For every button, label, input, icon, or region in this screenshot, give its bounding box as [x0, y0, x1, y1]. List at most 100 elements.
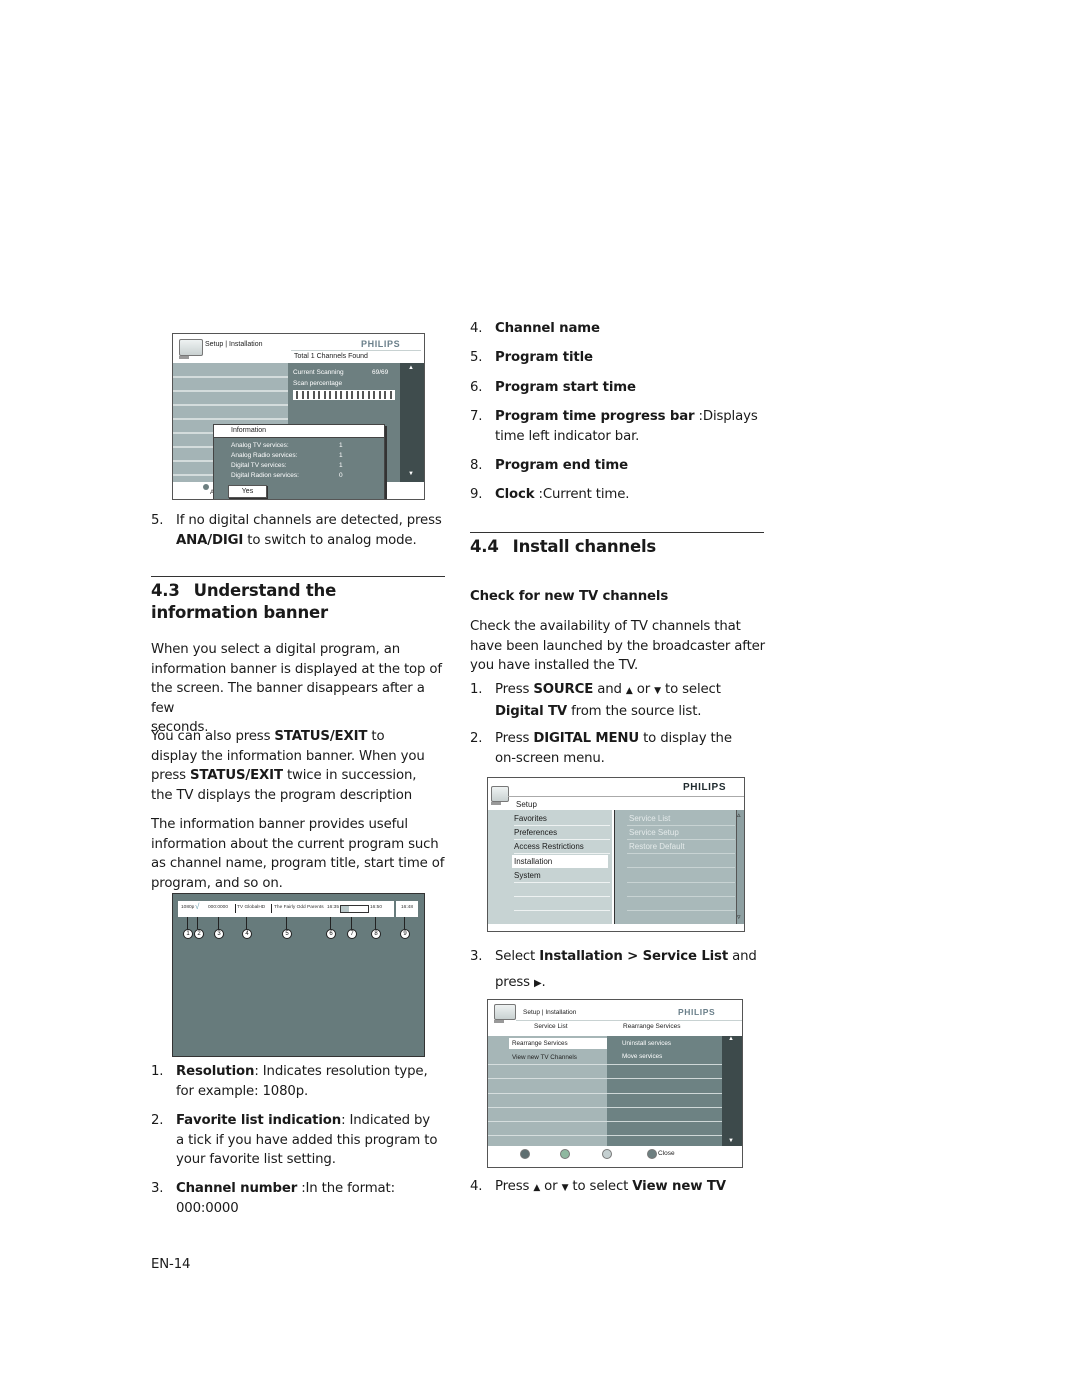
item-text: : Indicated by — [341, 1113, 431, 1128]
item-number: 2. — [151, 1113, 164, 1128]
scan-progress-segment — [351, 391, 353, 399]
text-line: program, and so on. — [151, 875, 283, 891]
callout-6: 6 — [326, 929, 336, 939]
scan-progress-segment — [389, 391, 392, 399]
text: to select — [568, 1179, 633, 1194]
scan-progress-bar — [293, 390, 395, 400]
text-line: you have installed the TV. — [470, 658, 639, 673]
digital-menu-key: DIGITAL MENU — [533, 731, 640, 746]
scan-progress-segment — [373, 391, 375, 399]
scroll-up-icon[interactable]: ▵ — [737, 811, 741, 819]
item-number: 4. — [470, 321, 483, 336]
item-text: :Displays — [694, 409, 758, 424]
information-dialog: Information Analog TV services: 1 Analog… — [213, 424, 385, 499]
section-title: Install channels — [512, 537, 657, 556]
item-text: : Indicates resolution type, — [254, 1064, 428, 1079]
analog-radio-value: 1 — [339, 452, 343, 459]
item-term: Channel number — [176, 1181, 298, 1196]
green-button-icon[interactable] — [560, 1149, 570, 1159]
text: on-screen menu. — [495, 750, 605, 766]
text: and — [593, 682, 626, 697]
item-number: 1. — [151, 1064, 164, 1079]
callout-4: 4 — [242, 929, 252, 939]
scan-percentage-label: Scan percentage — [293, 380, 343, 387]
scroll-up-icon[interactable]: ▲ — [728, 1036, 734, 1042]
scan-progress-segment — [362, 391, 364, 399]
scan-progress-segment — [356, 391, 359, 399]
submenu-restore-default[interactable]: Restore Default — [629, 840, 685, 853]
text-line: The information banner provides useful — [151, 817, 408, 832]
scroll-up-icon[interactable]: ▲ — [408, 365, 414, 371]
scroll-down-icon[interactable]: ▿ — [737, 913, 741, 921]
menu-item-favorites[interactable]: Favorites — [514, 812, 610, 825]
item-uninstall-services[interactable]: Uninstall services — [622, 1040, 671, 1047]
step5-text: If no digital channels are detected, pre… — [176, 513, 442, 528]
step-number: 4. — [470, 1179, 483, 1194]
item-text: :In the format: — [297, 1181, 395, 1196]
yellow-button-icon[interactable] — [602, 1149, 612, 1159]
item-number: 9. — [470, 487, 483, 502]
scrollbar[interactable]: ▲ ▼ — [400, 363, 424, 482]
item-term: Program title — [495, 350, 593, 365]
yes-button[interactable]: Yes — [228, 485, 267, 498]
right-arrow-icon: ▶ — [533, 978, 542, 989]
program-progress-fill — [341, 906, 350, 912]
menu-item-installation-selected[interactable]: Installation — [512, 855, 608, 868]
callout-9: 9 — [400, 929, 410, 939]
scan-progress-segment — [384, 391, 386, 399]
page-number: EN-14 — [151, 1257, 191, 1272]
breadcrumb-setup: Setup — [205, 341, 224, 348]
menu-item-preferences[interactable]: Preferences — [514, 826, 610, 839]
item-number: 3. — [151, 1181, 164, 1196]
scrollbar[interactable]: ▵ ▿ — [736, 810, 744, 924]
tv-icon — [494, 1004, 516, 1023]
blue-button-icon[interactable] — [647, 1149, 657, 1159]
text: twice in succession, — [282, 768, 417, 783]
scrollbar[interactable]: ▲ ▼ — [722, 1036, 742, 1146]
scan-progress-segment — [323, 391, 326, 399]
channel-number: 000:0000 — [208, 905, 229, 910]
menu-item-access-restrictions[interactable]: Access Restrictions — [514, 840, 610, 853]
breadcrumb-separator: | — [541, 1009, 544, 1016]
section-number: 4.3 — [151, 581, 180, 600]
item-number: 6. — [470, 380, 483, 395]
breadcrumb: Setup | Installation — [523, 1009, 576, 1016]
brand-logo: PHILIPS — [683, 782, 727, 793]
red-button-icon — [203, 484, 209, 490]
submenu-service-setup[interactable]: Service Setup — [629, 826, 679, 839]
item-text: your favorite list setting. — [176, 1152, 336, 1167]
red-button-icon[interactable] — [520, 1149, 530, 1159]
text: to display the — [639, 731, 732, 746]
item-text: 000:0000 — [176, 1200, 239, 1216]
item-view-new-tv-channels[interactable]: View new TV Channels — [512, 1054, 577, 1061]
section-title-line2: information banner — [151, 603, 328, 622]
step-number: 2. — [470, 731, 483, 746]
menu-item-system[interactable]: System — [514, 869, 610, 882]
item-rearrange-services-selected[interactable]: Rearrange Services — [512, 1040, 568, 1047]
section-divider — [470, 532, 764, 533]
text: from the source list. — [567, 703, 702, 719]
scroll-down-icon[interactable]: ▼ — [728, 1138, 734, 1144]
submenu-service-list[interactable]: Service List — [629, 812, 670, 825]
scan-progress-segment — [334, 391, 337, 399]
item-text: for example: 1080p. — [176, 1083, 309, 1099]
scroll-down-icon[interactable]: ▼ — [408, 471, 414, 477]
clock: 16:48 — [401, 905, 414, 910]
callout-2: 2 — [194, 929, 204, 939]
installation-service-list-path: Installation > Service List — [539, 949, 729, 964]
paragraph-status-exit: You can also press STATUS/EXIT to displa… — [151, 727, 451, 805]
left-list-panel: Rearrange Services View new TV Channels — [488, 1036, 607, 1146]
scan-progress-segment — [312, 391, 315, 399]
item-move-services[interactable]: Move services — [622, 1053, 662, 1060]
step5-rest: to switch to analog mode. — [243, 532, 417, 548]
source-key: SOURCE — [533, 682, 594, 697]
total-channels-found: Total 1 Channels Found — [294, 353, 368, 360]
current-scanning-value: 69/69 — [372, 369, 389, 376]
view-new-tv-term: View new TV — [632, 1179, 726, 1194]
digital-radio-value: 0 — [339, 472, 343, 479]
status-exit-key: STATUS/EXIT — [274, 729, 368, 744]
status-exit-key: STATUS/EXIT — [189, 768, 283, 783]
item-term: Favorite list indication — [176, 1113, 342, 1128]
text: Press — [495, 731, 534, 746]
close-button[interactable]: Close — [658, 1150, 675, 1157]
